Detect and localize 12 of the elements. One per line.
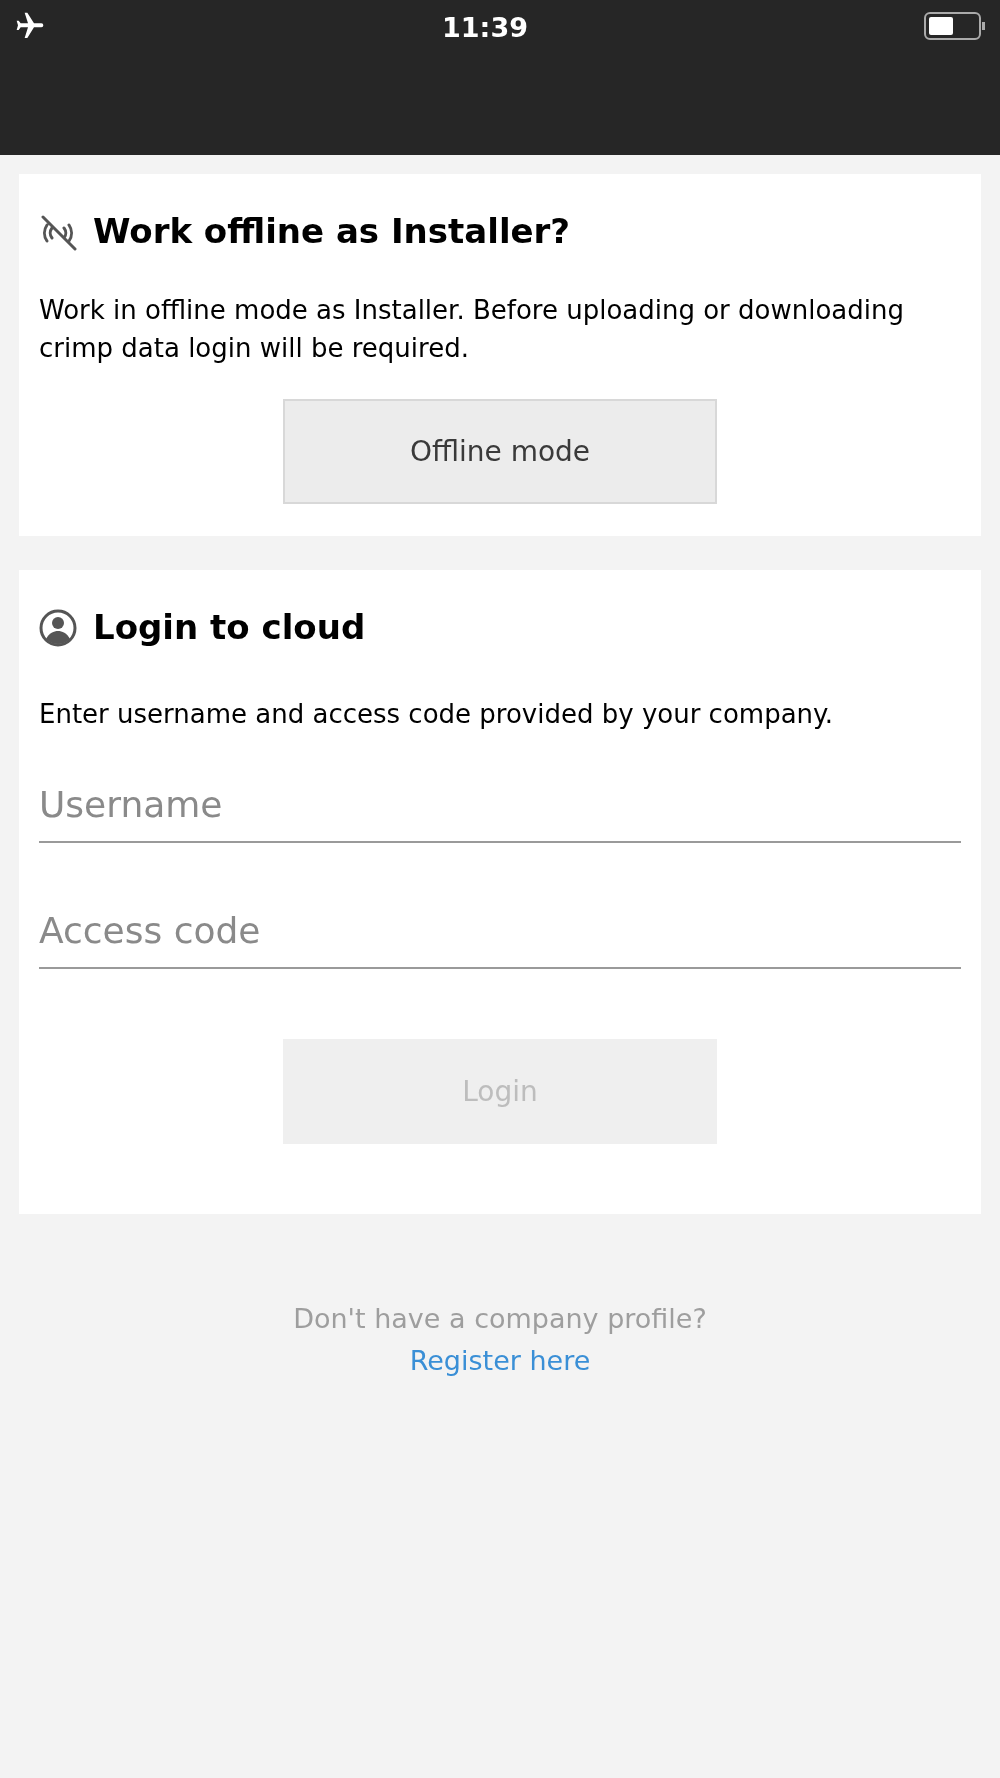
status-time: 11:39 [442, 11, 528, 45]
user-icon [39, 608, 77, 647]
offline-mode-button[interactable]: Offline mode [283, 399, 717, 504]
footer-text: Don't have a company profile? [293, 1302, 707, 1336]
text-field[interactable]: Username [39, 767, 961, 843]
text-field[interactable]: Access code [39, 893, 961, 969]
login-description: Enter username and access code provided by your company. [39, 698, 834, 731]
card-title: Login to cloud [93, 606, 366, 649]
battery-icon [924, 11, 986, 41]
card-title: Work offline as Installer? [93, 210, 571, 253]
register-link[interactable]: Register here [409, 1340, 591, 1382]
offline-description: Work in offline mode as Installer. Before uploading or downloading crimp data login will be required. [39, 294, 905, 365]
